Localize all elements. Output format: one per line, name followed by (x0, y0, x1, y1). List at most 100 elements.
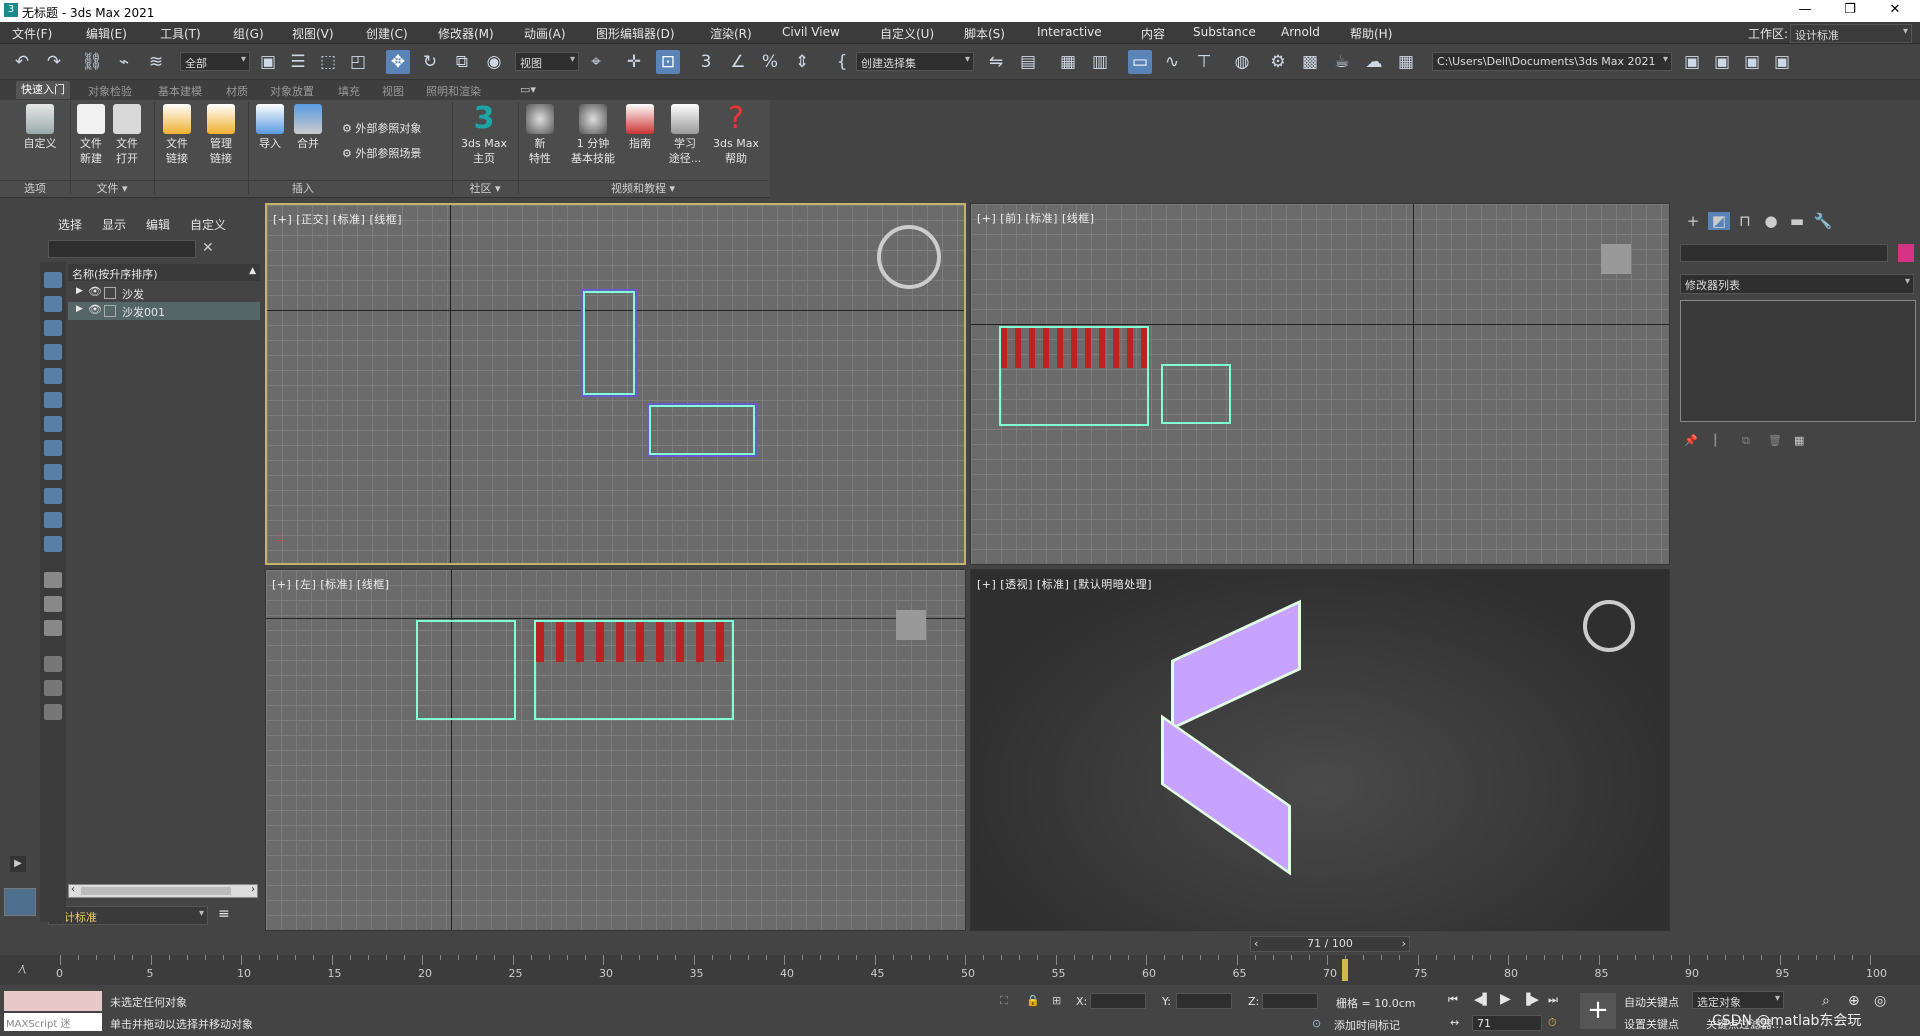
viewport-perspective[interactable]: [+] [透视] [标准] [默认明暗处理] (970, 569, 1670, 931)
menu-graph-editors[interactable]: 图形编辑器(D) (596, 25, 675, 42)
lights-filter-icon[interactable] (44, 320, 62, 336)
viewport-label[interactable]: [+] [左] [标准] [线框] (272, 576, 390, 592)
groups-filter-icon[interactable] (44, 416, 62, 432)
sofa001-persp-object[interactable] (1161, 714, 1291, 876)
viewcube-icon[interactable] (1583, 600, 1635, 652)
render-cloud-icon[interactable]: ☁ (1362, 50, 1386, 74)
menu-interactive[interactable]: Interactive (1037, 25, 1102, 39)
project-folder-dropdown[interactable]: C:\Users\Dell\Documents\3ds Max 2021 (1432, 52, 1672, 71)
hierarchy-tab-icon[interactable]: ⊓ (1734, 212, 1756, 230)
tab-basic-modeling[interactable]: 基本建模 (158, 83, 202, 99)
guide-button[interactable]: 指南 (624, 104, 656, 151)
mirror-icon[interactable]: ⇋ (984, 50, 1008, 74)
menu-tools[interactable]: 工具(T) (160, 25, 201, 42)
show-end-result-icon[interactable]: ┃ (1712, 434, 1719, 447)
select-by-name-icon[interactable]: ☰ (286, 50, 310, 74)
prev-key-icon[interactable]: ◀▌ (1474, 993, 1491, 1006)
sofa-left-object[interactable] (416, 620, 516, 720)
sofa-persp-object[interactable] (1171, 599, 1301, 731)
set-key-button[interactable]: 设置关键点 (1624, 1016, 1679, 1032)
close-button[interactable]: ✕ (1880, 2, 1910, 17)
menu-views[interactable]: 视图(V) (292, 25, 334, 42)
explorer-layout-icon[interactable] (4, 888, 36, 916)
modifier-stack[interactable] (1680, 300, 1916, 422)
layers-icon[interactable]: ≡ (218, 906, 230, 922)
y-coordinate-field[interactable] (1176, 993, 1232, 1009)
minimize-button[interactable]: — (1790, 2, 1820, 17)
schematic-view-icon[interactable]: ⊤ (1192, 50, 1216, 74)
menu-modifiers[interactable]: 修改器(M) (438, 25, 494, 42)
align-icon[interactable]: ▤ (1016, 50, 1040, 74)
render-setup-icon[interactable]: ⚙ (1266, 50, 1290, 74)
make-unique-icon[interactable]: ⧉ (1742, 434, 1750, 448)
expand-arrow-icon[interactable]: ▶ (76, 286, 83, 296)
rect-selection-icon[interactable]: ⬚ (316, 50, 340, 74)
sofa001-left-object[interactable] (534, 620, 734, 720)
geometry-filter-icon[interactable] (44, 272, 62, 288)
edit-named-sets-icon[interactable]: { (830, 50, 854, 74)
visibility-eye-icon[interactable]: 👁 (88, 303, 102, 316)
menu-rendering[interactable]: 渲染(R) (710, 25, 752, 42)
menu-animation[interactable]: 动画(A) (524, 25, 566, 42)
menu-arnold[interactable]: Arnold (1281, 25, 1320, 39)
filter-icon[interactable] (44, 680, 62, 696)
maxscript-listener[interactable] (4, 991, 102, 1011)
viewport-label[interactable]: [+] [前] [标准] [线框] (977, 210, 1095, 226)
file-new-button[interactable]: 文件 新建 (74, 104, 108, 166)
select-object-icon[interactable]: ▣ (256, 50, 280, 74)
spacewarps-filter-icon[interactable] (44, 392, 62, 408)
isolate-icon[interactable]: ⛶ (1000, 994, 1008, 1008)
pin-stack-icon[interactable]: 📌 (1684, 434, 1698, 447)
workspace-dropdown[interactable]: 设计标准 (1790, 24, 1912, 43)
material-editor-icon[interactable]: ◍ (1230, 50, 1254, 74)
manage-links-button[interactable]: 管理 链接 (204, 104, 238, 166)
hidden-filter-icon[interactable] (44, 536, 62, 552)
containers-filter-icon[interactable] (44, 488, 62, 504)
tab-view[interactable]: 视图 (382, 83, 404, 99)
customize-button[interactable]: 自定义 (20, 104, 60, 151)
display-all-icon[interactable] (44, 572, 62, 588)
selection-filter-dropdown[interactable]: 全部 (180, 52, 250, 71)
viewport-label[interactable]: [+] [正交] [标准] [线框] (273, 211, 402, 227)
explorer-search-input[interactable] (48, 240, 196, 258)
expand-arrow-icon[interactable]: ▶ (76, 304, 83, 314)
select-move-icon[interactable]: ✥ (386, 50, 410, 74)
file-open-button[interactable]: 文件 打开 (110, 104, 144, 166)
group-community[interactable]: 社区 ▾ (452, 180, 518, 196)
xrefs-filter-icon[interactable] (44, 440, 62, 456)
link-icon[interactable]: ⛓ (80, 50, 104, 74)
list-item[interactable]: ▶ 👁 沙发001 (68, 302, 260, 320)
import-button[interactable]: 导入 (254, 104, 286, 151)
container-merge-icon[interactable]: ▣ (1740, 50, 1764, 74)
prev-frame-icon[interactable]: ‹ (1254, 937, 1258, 951)
zoom-extents-icon[interactable]: ◎ (1874, 993, 1886, 1009)
container-open-icon[interactable]: ▣ (1680, 50, 1704, 74)
toggle-ribbon-icon[interactable]: ▭ (1128, 50, 1152, 74)
rendered-frame-icon[interactable]: ▩ (1298, 50, 1322, 74)
viewport-left[interactable]: [+] [左] [标准] [线框] (265, 569, 966, 931)
set-key-icon[interactable]: + (1580, 993, 1616, 1029)
tab-populate[interactable]: 填充 (338, 83, 360, 99)
snaps-toggle-icon[interactable]: 3 (694, 50, 718, 74)
toggle-layer-explorer-icon[interactable]: ▥ (1088, 50, 1112, 74)
track-bar[interactable]: ⁄\ 0 5 10 15 20 25 30 35 40 45 50 55 60 65 70 75 80 85 90 9… (0, 955, 1920, 985)
play-icon[interactable]: ▶ (1500, 991, 1511, 1007)
cameras-filter-icon[interactable] (44, 344, 62, 360)
transform-mode-icon[interactable]: ⊞ (1052, 994, 1061, 1007)
explorer-tab-display[interactable]: 显示 (102, 216, 126, 233)
menu-scripting[interactable]: 脚本(S) (964, 25, 1005, 42)
visibility-eye-icon[interactable]: 👁 (88, 285, 102, 298)
remove-modifier-icon[interactable]: 🗑 (1768, 434, 1782, 447)
tab-lighting-rendering[interactable]: 照明和渲染 (426, 83, 481, 99)
explorer-tab-edit[interactable]: 编辑 (146, 216, 170, 233)
menu-group[interactable]: 组(G) (233, 25, 264, 42)
key-mode-icon[interactable]: ↔ (1450, 1016, 1459, 1029)
modifier-list-dropdown[interactable]: 修改器列表 (1680, 274, 1914, 294)
ribbon-options-icon[interactable]: ▭▾ (520, 83, 536, 96)
menu-customize[interactable]: 自定义(U) (880, 25, 934, 42)
clear-search-icon[interactable]: ✕ (202, 240, 214, 256)
find-icon[interactable] (44, 656, 62, 672)
bones-filter-icon[interactable] (44, 464, 62, 480)
go-to-start-icon[interactable]: ⏮ (1448, 993, 1458, 1007)
spinner-snap-icon[interactable]: ⇕ (790, 50, 814, 74)
